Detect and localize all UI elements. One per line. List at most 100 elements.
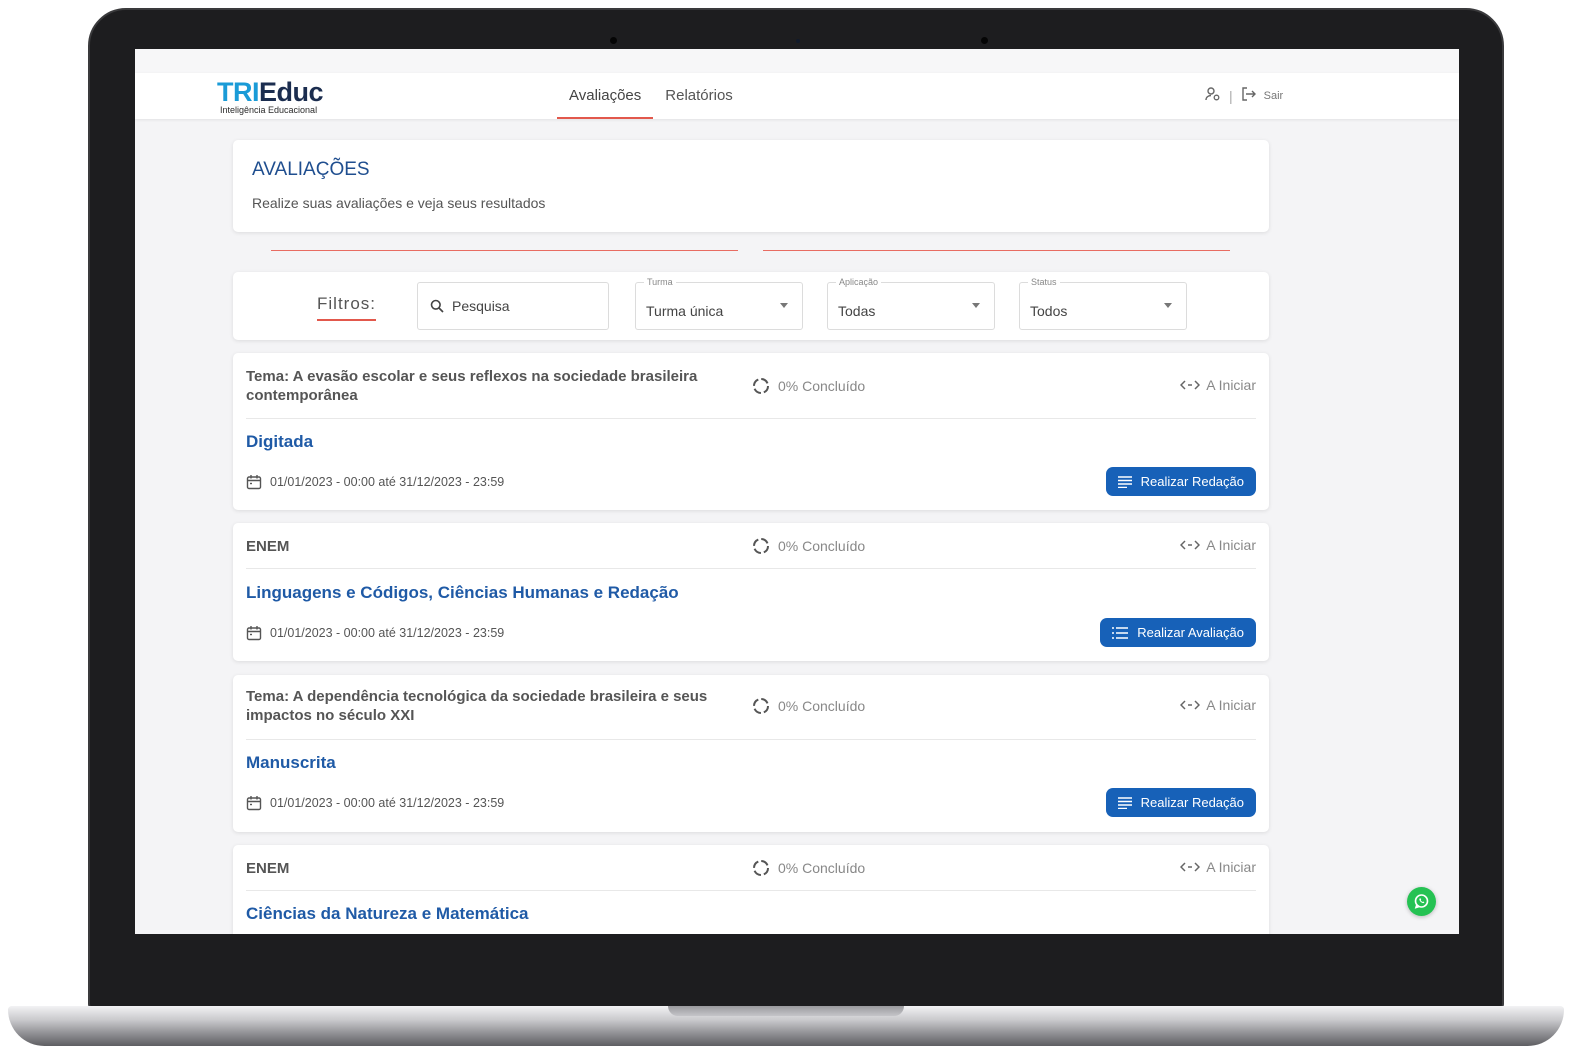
browser-strip [135,49,1459,73]
logo[interactable]: TRIEduc Inteligência Educacional [217,77,324,116]
tab-relatorios[interactable]: Relatórios [653,73,745,119]
code-arrows-icon [1180,380,1201,390]
assessment-dates: 01/01/2023 - 00:00 até 31/12/2023 - 23:5… [246,795,504,811]
button-label: Realizar Avaliação [1137,625,1244,640]
assessment-card: Tema: A evasão escolar e seus reflexos n… [233,353,1269,510]
status-text: A Iniciar [1206,859,1256,875]
status-value: Todos [1030,303,1068,319]
filters-label: Filtros: [317,294,376,321]
camera-dot [610,37,617,44]
realizar-redacao-button[interactable]: Realizar Redação [1105,788,1256,817]
text-lines-icon [1117,475,1132,488]
aplicacao-select[interactable]: Aplicação Todas [827,277,995,330]
card-divider [246,890,1256,891]
assessment-name: Digitada [246,432,314,451]
card-divider [246,568,1256,569]
chevron-down-icon [1164,303,1172,308]
assessment-theme: Tema: A evasão escolar e seus reflexos n… [246,368,698,404]
assessment-card: Tema: A dependência tecnológica da socie… [233,675,1269,832]
button-label: Realizar Redação [1140,795,1244,810]
logout-icon[interactable] [1241,87,1256,104]
search-placeholder: Pesquisa [452,298,510,314]
progress-ring-icon [753,378,769,394]
progress-ring-icon [753,860,769,876]
status-text: A Iniciar [1206,697,1256,713]
page-title: AVALIAÇÕES [252,159,370,180]
user-actions: | Sair [1205,87,1283,104]
progress-text: 0% Concluído [778,860,866,876]
assessment-theme: Tema: A dependência tecnológica da socie… [246,688,708,724]
camera-lens [796,39,800,43]
decor-divider-right [763,250,1230,251]
status-select[interactable]: Status Todos [1019,277,1187,330]
assessment-card: ENEM 0% Concluído A Iniciar Linguagens e… [233,523,1269,661]
assessment-progress: 0% Concluído [752,859,865,877]
page-header-card: AVALIAÇÕES Realize suas avaliações e vej… [233,140,1269,232]
realizar-redacao-button[interactable]: Realizar Redação [1105,467,1256,496]
calendar-icon [246,626,262,641]
assessment-status: A Iniciar [1180,859,1256,875]
assessment-name: Manuscrita [246,753,336,772]
user-settings-icon[interactable] [1205,87,1221,104]
realizar-avaliacao-button[interactable]: Realizar Avaliação [1100,618,1256,647]
assessment-progress: 0% Concluído [752,697,865,715]
progress-text: 0% Concluído [778,698,866,714]
turma-select[interactable]: Turma Turma única [635,277,803,330]
page-subtitle: Realize suas avaliações e veja seus resu… [252,195,546,211]
assessment-status: A Iniciar [1180,537,1256,553]
tab-avaliacoes[interactable]: Avaliações [557,73,654,119]
main-nav: Avaliações Relatórios [557,73,745,119]
assessment-name: Ciências da Natureza e Matemática [246,904,529,923]
aplicacao-value: Todas [838,303,876,319]
assessment-progress: 0% Concluído [752,377,865,395]
assessment-progress: 0% Concluído [752,537,865,555]
status-text: A Iniciar [1206,537,1256,553]
logo-educ: Educ [259,77,324,107]
button-label: Realizar Redação [1140,474,1244,489]
logo-tagline: Inteligência Educacional [220,105,318,115]
decor-divider-left [271,250,738,251]
calendar-icon [246,796,262,811]
date-range: 01/01/2023 - 00:00 até 31/12/2023 - 23:5… [270,475,505,489]
turma-value: Turma única [646,303,724,319]
assessment-status: A Iniciar [1180,377,1256,393]
assessment-theme: ENEM [246,538,290,555]
assessment-card: ENEM 0% Concluído A Iniciar Ciências da … [233,845,1269,934]
card-divider [246,739,1256,740]
search-input[interactable]: Pesquisa [417,282,609,330]
sensor-dot [981,37,988,44]
app-screen: TRIEduc Inteligência Educacional Avaliaç… [135,49,1459,934]
status-text: A Iniciar [1206,377,1256,393]
search-icon [430,299,444,313]
card-divider [246,418,1256,419]
assessment-name: Linguagens e Códigos, Ciências Humanas e… [246,583,679,602]
whatsapp-icon [1414,894,1429,909]
date-range: 01/01/2023 - 00:00 até 31/12/2023 - 23:5… [270,796,505,810]
laptop-mockup: TRIEduc Inteligência Educacional Avaliaç… [0,0,1572,1052]
top-navbar: TRIEduc Inteligência Educacional Avaliaç… [135,73,1459,119]
assessment-theme: ENEM [246,860,290,877]
checklist-icon [1112,626,1129,639]
assessment-dates: 01/01/2023 - 00:00 até 31/12/2023 - 23:5… [246,474,504,490]
progress-ring-icon [753,698,769,714]
progress-text: 0% Concluído [778,378,866,394]
progress-text: 0% Concluído [778,538,866,554]
laptop-notch [668,1006,904,1016]
chevron-down-icon [780,303,788,308]
status-label: Status [1028,277,1060,287]
progress-ring-icon [753,538,769,554]
filters-card: Filtros: Pesquisa Turma Turma única Apli… [233,272,1269,340]
text-lines-icon [1117,796,1132,809]
whatsapp-button[interactable] [1407,887,1436,916]
aplicacao-label: Aplicação [836,277,882,287]
calendar-icon [246,475,262,490]
logout-link[interactable]: Sair [1264,90,1284,102]
code-arrows-icon [1180,540,1201,550]
turma-label: Turma [644,277,676,287]
assessment-dates: 01/01/2023 - 00:00 até 31/12/2023 - 23:5… [246,625,504,641]
date-range: 01/01/2023 - 00:00 até 31/12/2023 - 23:5… [270,626,505,640]
separator: | [1229,87,1233,104]
code-arrows-icon [1180,700,1201,710]
assessment-status: A Iniciar [1180,697,1256,713]
chevron-down-icon [972,303,980,308]
